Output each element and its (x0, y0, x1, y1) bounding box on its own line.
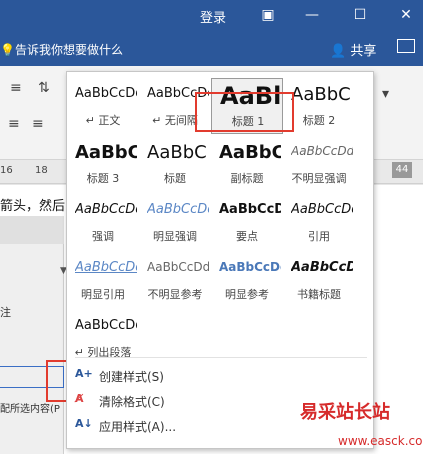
ruler-number: 16 (0, 165, 13, 176)
style-intense-emphasis[interactable]: AaBbCcDd 明显强调 (139, 194, 211, 250)
style-subtle-emphasis[interactable]: AaBbCcDd 不明显强调 (283, 136, 355, 192)
ribbon-find-icon[interactable]: ▾ (382, 86, 389, 102)
menu-create-style[interactable]: A+ 创建样式(S) (67, 363, 373, 387)
sort-icon[interactable]: ⇅ (38, 80, 50, 96)
style-preview: AaBbC (291, 84, 351, 105)
line-spacing-icon[interactable]: ≡ (32, 116, 44, 132)
style-label: 强调 (92, 230, 114, 243)
style-intense-quote[interactable]: AaBbCcDd 明显引用 (67, 252, 139, 308)
ruler-number: 44 (392, 162, 412, 178)
style-normal[interactable]: AaBbCcDd ↵ 正文 (67, 78, 139, 134)
styles-pane: ▼ 注 配所选内容(P (0, 216, 68, 454)
tell-me-input[interactable]: 💡告诉我你想要做什么 (0, 41, 123, 58)
minimize-icon[interactable]: — (302, 5, 322, 25)
style-label: ↵ 正文 (85, 114, 121, 127)
styles-gallery-dropdown: AaBbCcDd ↵ 正文 AaBbCcDd ↵ 无间隔 AaBl 标题 1 A… (66, 71, 374, 449)
menu-label: 创建样式(S) (99, 370, 164, 384)
highlight-box (46, 360, 68, 402)
tell-me-bar: 💡告诉我你想要做什么 👤 共享 (0, 30, 423, 66)
watermark-url: www.easck.com (338, 434, 423, 448)
style-preview: AaBbCcDd (219, 202, 281, 217)
style-preview: AaBbCcDd (75, 318, 137, 333)
menu-label: 应用样式(A)... (99, 420, 177, 434)
title-bar: 登录 ▣ — ☐ ✕ (0, 0, 423, 30)
style-emphasis[interactable]: AaBbCcDd 强调 (67, 194, 139, 250)
comment-icon[interactable] (397, 39, 415, 53)
style-preview: AaBbCcDd (75, 260, 137, 275)
style-label: 不明显强调 (291, 172, 347, 185)
style-label: 明显参考 (225, 288, 269, 301)
style-preview: AaBbC (219, 142, 281, 163)
style-preview: AaBbCcDd (219, 260, 281, 274)
ruler-number: 18 (35, 165, 48, 176)
style-preview: AaBbCcDd (147, 202, 209, 217)
style-preview: AaBbCcD (291, 260, 353, 275)
ribbon-display-icon[interactable]: ▣ (258, 5, 278, 25)
style-label: 标题 3 (86, 172, 120, 185)
style-preview: AaBbCcDd (291, 202, 353, 217)
style-preview: AaBbC (75, 142, 137, 163)
menu-label: 清除格式(C) (99, 395, 165, 409)
style-label: 标题 (164, 172, 186, 185)
style-book-title[interactable]: AaBbCcD 书籍标题 (283, 252, 355, 308)
divider (75, 357, 367, 358)
style-label: 副标题 (230, 172, 264, 185)
style-subtitle[interactable]: AaBbC 副标题 (211, 136, 283, 192)
style-heading-3[interactable]: AaBbC 标题 3 (67, 136, 139, 192)
highlight-box (195, 92, 294, 132)
style-label: 要点 (236, 230, 258, 243)
align-left-icon[interactable]: ≡ (8, 116, 20, 132)
share-button[interactable]: 👤 共享 (330, 40, 376, 59)
maximize-icon[interactable]: ☐ (350, 5, 370, 25)
pane-hint: 配所选内容(P (0, 404, 60, 415)
style-title[interactable]: AaBbC 标题 (139, 136, 211, 192)
style-subtle-reference[interactable]: AaBbCcDd 不明显参考 (139, 252, 211, 308)
style-preview: AaBbCcDd (147, 260, 209, 274)
style-preview: AaBbC (147, 142, 207, 163)
pane-label: 注 (0, 306, 11, 319)
close-icon[interactable]: ✕ (396, 5, 416, 25)
eraser-icon: A̸ (75, 392, 84, 405)
apply-style-icon: A↓ (75, 417, 93, 430)
pane-header (0, 216, 64, 244)
login-link[interactable]: 登录 (200, 7, 226, 26)
style-preview: AaBbCcDd (291, 144, 353, 158)
style-label: 引用 (308, 230, 330, 243)
style-preview: AaBbCcDd (75, 202, 137, 217)
style-label: 书籍标题 (297, 288, 341, 301)
create-style-icon: A+ (75, 367, 93, 380)
style-preview: AaBbCcDd (75, 86, 137, 101)
document-text: 箭头，然后 (0, 199, 66, 214)
style-strong[interactable]: AaBbCcDd 要点 (211, 194, 283, 250)
style-quote[interactable]: AaBbCcDd 引用 (283, 194, 355, 250)
style-label: 明显引用 (81, 288, 125, 301)
style-label: 不明显参考 (147, 288, 203, 301)
style-label: 明显强调 (153, 230, 197, 243)
style-intense-reference[interactable]: AaBbCcDd 明显参考 (211, 252, 283, 308)
watermark-text: 易采站长站 (300, 402, 390, 423)
decrease-indent-icon[interactable]: ≡ (10, 80, 22, 96)
